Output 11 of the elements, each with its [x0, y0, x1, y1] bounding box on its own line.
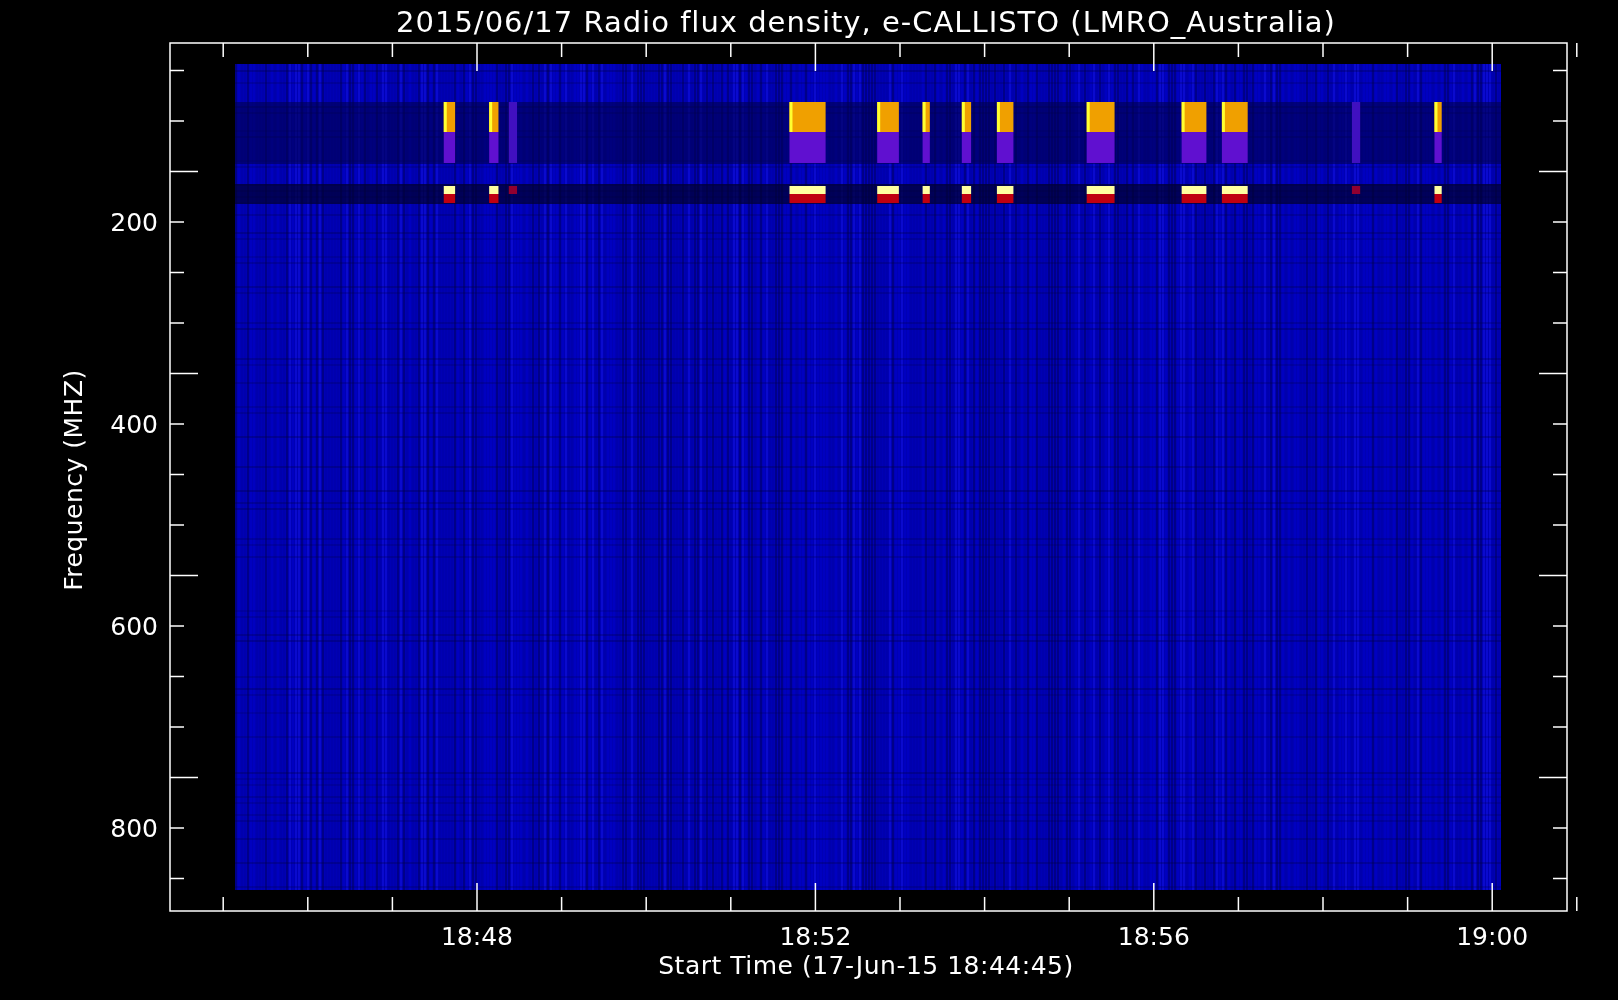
- y-tick-label: 400: [110, 410, 158, 439]
- y-tick-label: 800: [110, 814, 158, 843]
- x-axis-label: Start Time (17-Jun-15 18:44:45): [658, 951, 1074, 980]
- y-tick-label: 200: [110, 208, 158, 237]
- y-axis-label: Frequency (MHZ): [59, 369, 88, 591]
- x-tick-label: 19:00: [1456, 922, 1529, 951]
- chart-title: 2015/06/17 Radio flux density, e-CALLISTO (LMRO_Australia): [396, 5, 1336, 39]
- x-tick-label: 18:48: [441, 922, 513, 951]
- x-tick-label: 18:52: [779, 922, 852, 951]
- y-tick-label: 600: [110, 612, 158, 641]
- x-tick-label: 18:56: [1117, 922, 1190, 951]
